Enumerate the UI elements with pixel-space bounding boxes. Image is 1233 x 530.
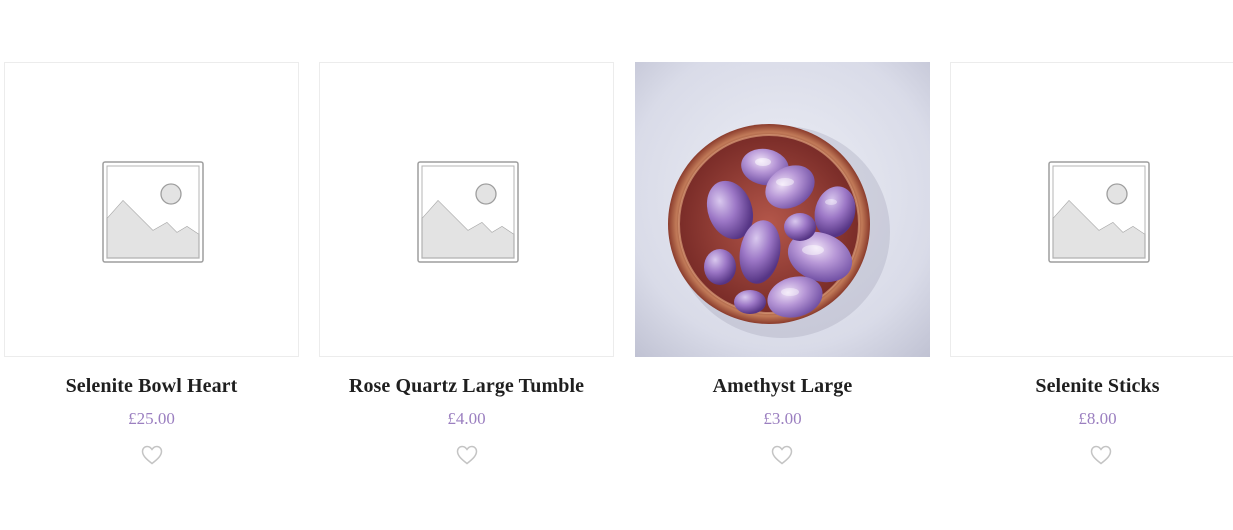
product-image[interactable]: [4, 62, 299, 357]
product-price: £3.00: [763, 409, 802, 428]
product-title[interactable]: Selenite Bowl Heart: [4, 375, 299, 398]
heart-outline-icon[interactable]: [141, 445, 163, 465]
product-image[interactable]: [635, 62, 930, 357]
placeholder-image-icon: [417, 161, 519, 263]
heart-outline-icon[interactable]: [771, 445, 793, 465]
product-price: £4.00: [447, 409, 486, 428]
product-card[interactable]: Amethyst Large £3.00: [635, 62, 930, 482]
heart-outline-icon[interactable]: [456, 445, 478, 465]
product-image[interactable]: [950, 62, 1233, 357]
product-title[interactable]: Amethyst Large: [635, 375, 930, 398]
product-image[interactable]: [319, 62, 614, 357]
heart-outline-icon[interactable]: [1090, 445, 1112, 465]
placeholder-image-icon: [1048, 161, 1150, 263]
product-title[interactable]: Selenite Sticks: [950, 375, 1233, 398]
product-price: £8.00: [1078, 409, 1117, 428]
amethyst-photo: [635, 62, 930, 357]
product-card[interactable]: Rose Quartz Large Tumble £4.00: [319, 62, 614, 482]
product-grid: Selenite Bowl Heart £25.00 Rose Quartz L…: [4, 62, 1233, 482]
product-card[interactable]: Selenite Bowl Heart £25.00: [4, 62, 299, 482]
product-title[interactable]: Rose Quartz Large Tumble: [319, 375, 614, 398]
product-price: £25.00: [128, 409, 175, 428]
product-card[interactable]: Selenite Sticks £8.00: [950, 62, 1233, 482]
placeholder-image-icon: [102, 161, 204, 263]
